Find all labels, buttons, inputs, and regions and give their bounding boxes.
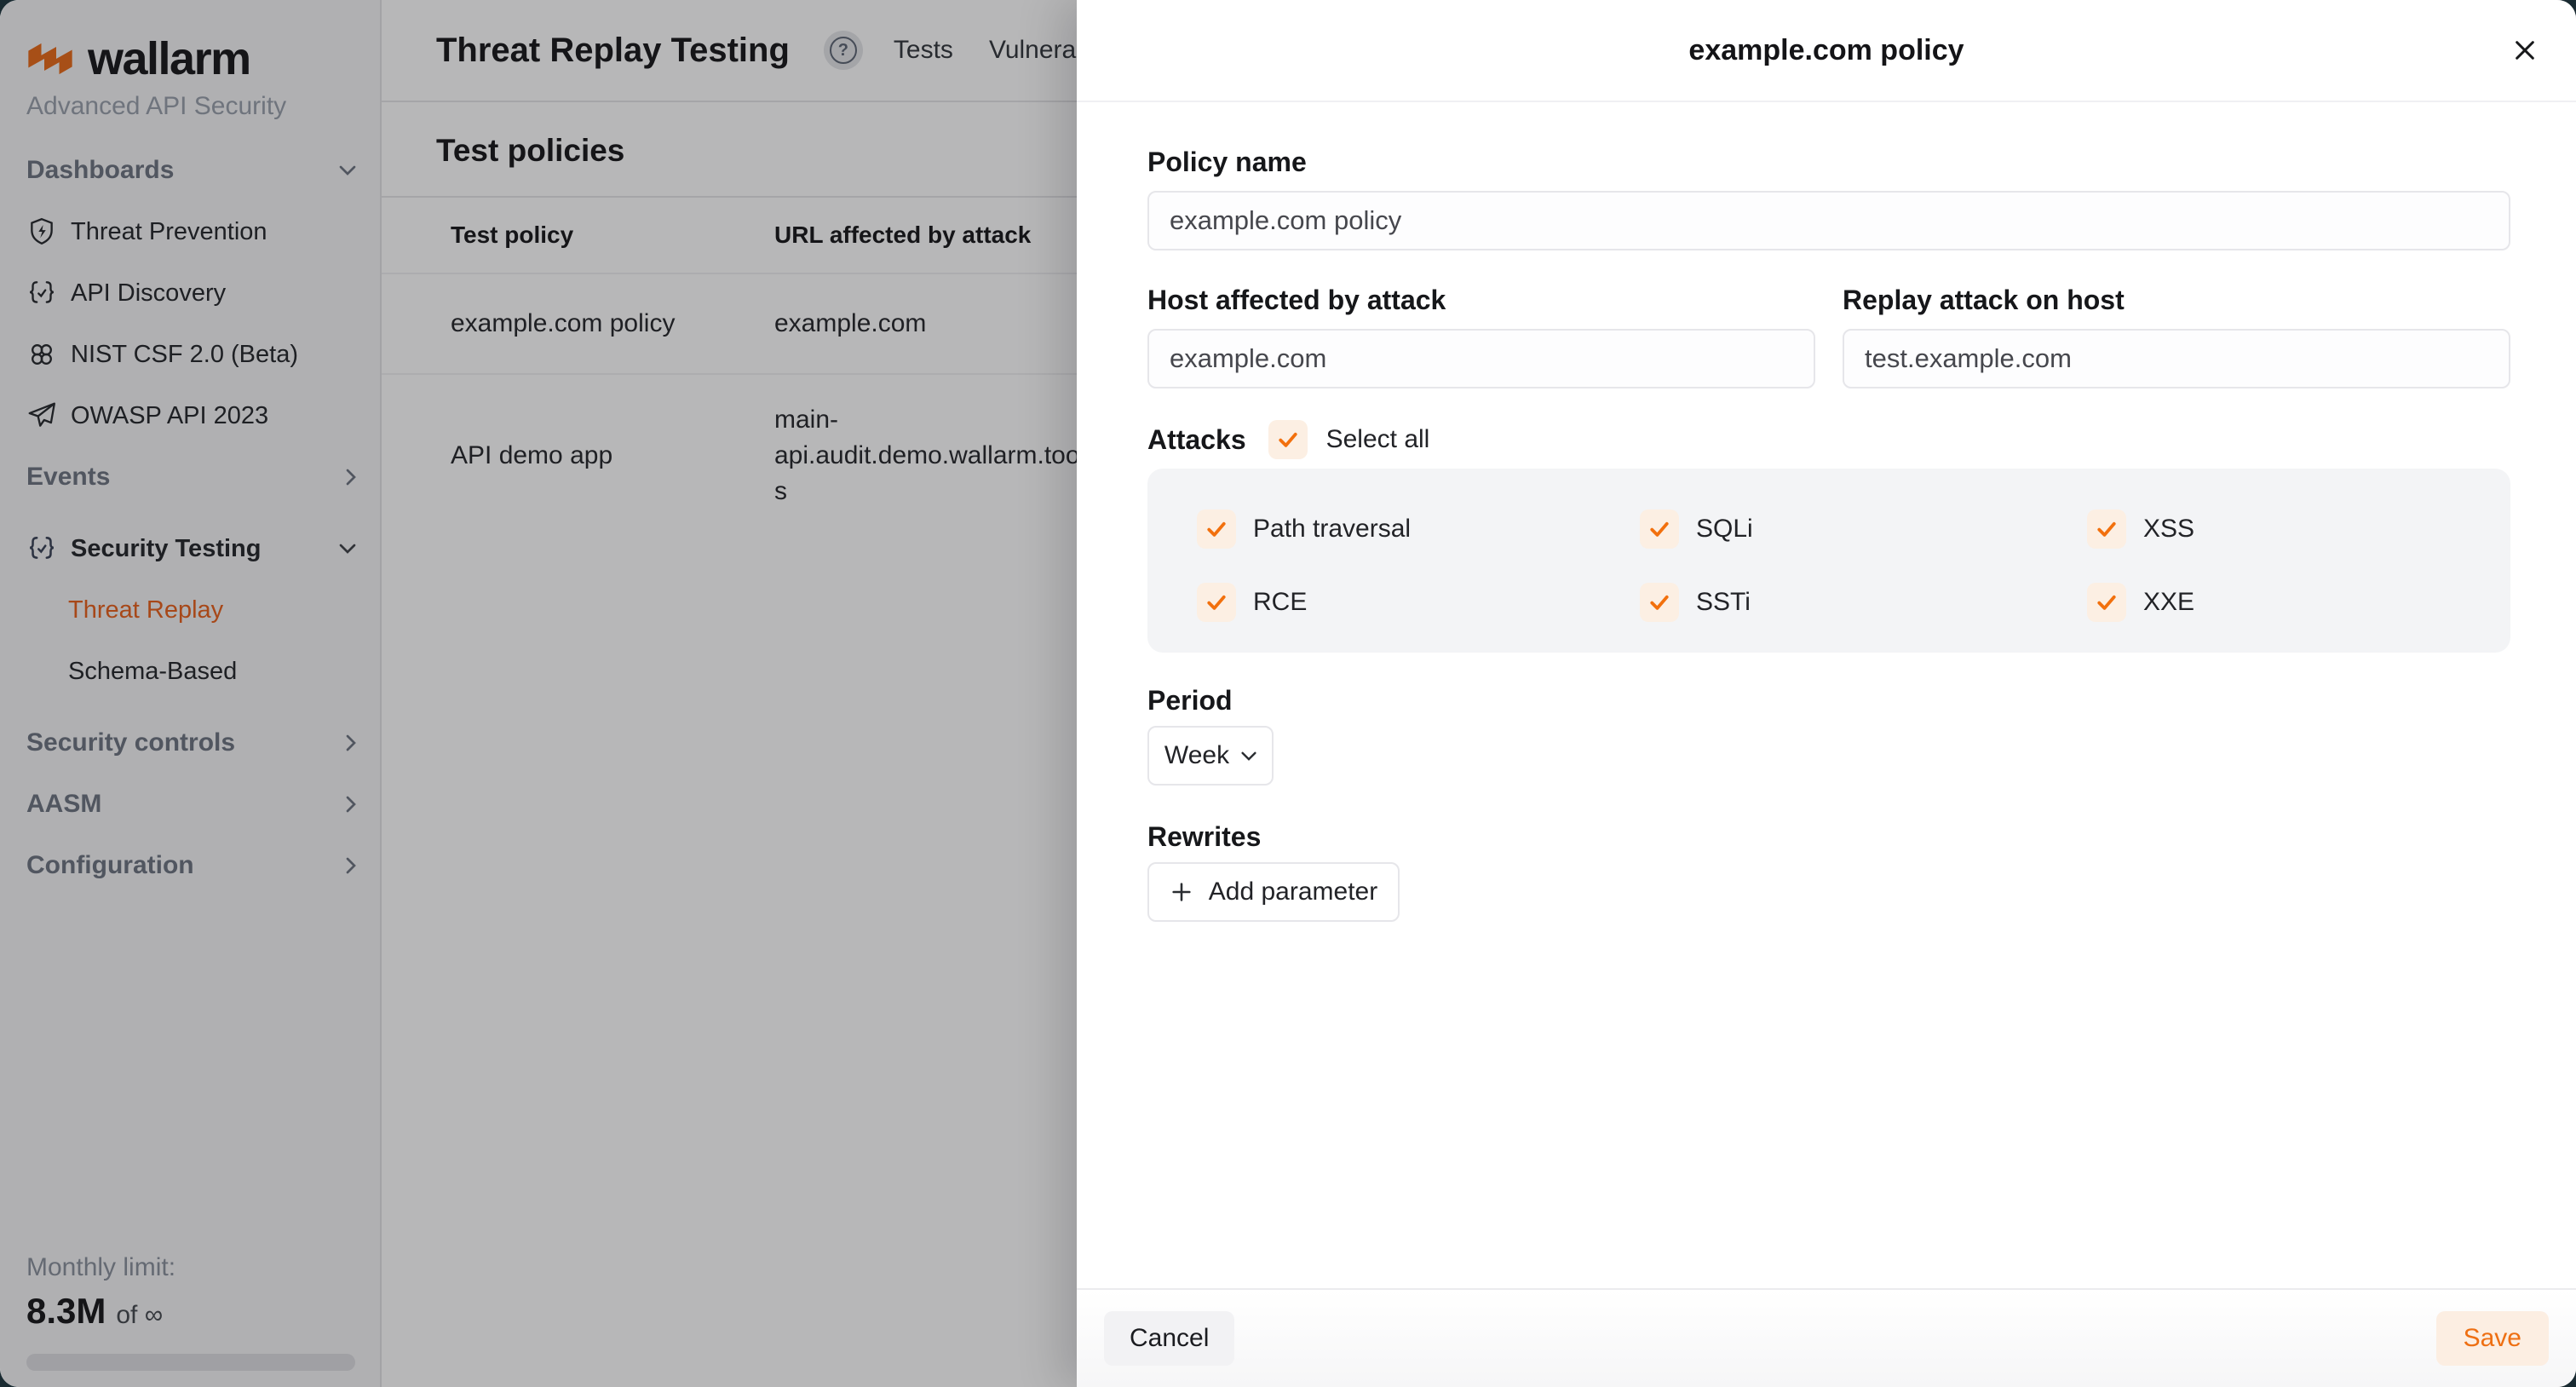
attack-option-rce[interactable]: RCE [1197,583,1640,622]
app-window: wallarm Advanced API Security Dashboards… [0,0,2576,1387]
period-select[interactable]: Week [1147,726,1274,786]
plus-icon [1170,880,1193,904]
attack-option-xxe[interactable]: XXE [2087,583,2493,622]
add-parameter-button[interactable]: Add parameter [1147,862,1400,922]
drawer-body: Policy name Host affected by attack Repl… [1077,102,2576,1288]
period-label: Period [1147,683,2510,717]
drawer-footer: Cancel Save [1077,1288,2576,1387]
save-button[interactable]: Save [2436,1311,2549,1366]
attack-option-sqli[interactable]: SQLi [1640,509,2087,549]
host-label: Host affected by attack [1147,283,1815,317]
policy-name-input[interactable] [1147,191,2510,250]
checkbox-checked[interactable] [1197,509,1236,549]
checkbox-checked[interactable] [1640,583,1679,622]
select-all-checkbox[interactable] [1268,420,1308,459]
attacks-label: Attacks [1147,423,1246,457]
select-all-label: Select all [1326,425,1430,454]
policy-name-label: Policy name [1147,145,2510,179]
rewrites-label: Rewrites [1147,820,2510,854]
close-icon[interactable] [2506,32,2544,69]
replay-host-label: Replay attack on host [1843,283,2510,317]
drawer-title: example.com policy [1688,34,1964,67]
attack-option-ssti[interactable]: SSTi [1640,583,2087,622]
replay-host-input[interactable] [1843,329,2510,388]
attack-option-xss[interactable]: XSS [2087,509,2493,549]
checkbox-checked[interactable] [1197,583,1236,622]
drawer-header: example.com policy [1077,0,2576,102]
policy-drawer: example.com policy Policy name Host affe… [1077,0,2576,1387]
checkbox-checked[interactable] [1640,509,1679,549]
cancel-button[interactable]: Cancel [1104,1311,1234,1366]
attacks-panel: Path traversal SQLi XSS [1147,469,2510,653]
host-input[interactable] [1147,329,1815,388]
chevron-down-icon [1241,751,1256,761]
checkbox-checked[interactable] [2087,583,2126,622]
attack-option-path-traversal[interactable]: Path traversal [1197,509,1640,549]
checkbox-checked[interactable] [2087,509,2126,549]
